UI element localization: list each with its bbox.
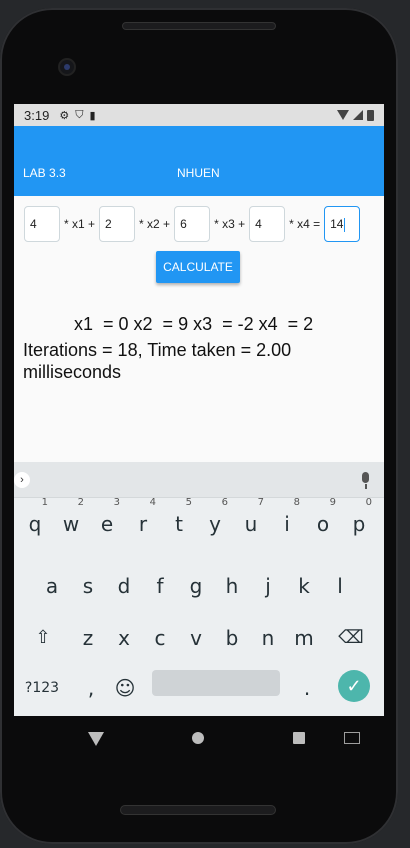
app-title-center: NHUEN (177, 166, 220, 180)
key-y[interactable]: y6 (200, 498, 230, 544)
key-d[interactable]: d (109, 566, 139, 606)
shift-icon[interactable]: ⇧ (28, 618, 58, 658)
key-c[interactable]: c (145, 618, 175, 658)
constant-field[interactable]: 14 (324, 206, 361, 242)
chevron-right-icon[interactable]: › (14, 472, 30, 488)
back-nav-icon[interactable] (88, 732, 104, 746)
key-o[interactable]: o9 (308, 498, 338, 544)
operator-label-2: * x2 + (139, 217, 171, 231)
key-q[interactable]: q1 (20, 498, 50, 544)
operator-label-3: * x3 + (214, 217, 246, 231)
top-speaker (122, 22, 276, 30)
calculate-button[interactable]: CALCULATE (156, 251, 240, 283)
key-period[interactable]: . (292, 668, 322, 708)
key-x[interactable]: x (109, 618, 139, 658)
key-l[interactable]: l (325, 566, 355, 606)
bottom-speaker (120, 805, 276, 815)
emoji-icon[interactable]: ☺ (110, 668, 140, 708)
key-m[interactable]: m (289, 618, 319, 658)
key-z[interactable]: z (73, 618, 103, 658)
mic-icon[interactable] (358, 472, 374, 490)
operator-label-4: * x4 = (289, 217, 321, 231)
coefficient-field-4[interactable]: 4 (249, 206, 286, 242)
coefficient-field-2[interactable]: 2 (99, 206, 136, 242)
key-b[interactable]: b (217, 618, 247, 658)
symbols-key[interactable]: ?123 (22, 668, 62, 708)
nav-bar (14, 716, 384, 760)
key-v[interactable]: v (181, 618, 211, 658)
solution-text: x1 = 0 x2 = 9 x3 = -2 x4 = 2 (74, 314, 314, 334)
gear-icon: ⚙ (59, 109, 70, 122)
key-w[interactable]: w2 (56, 498, 86, 544)
key-e[interactable]: e3 (92, 498, 122, 544)
sd-card-icon: ▮ (89, 109, 96, 122)
keyboard-switch-icon[interactable] (344, 732, 360, 744)
status-icons (337, 109, 374, 121)
key-h[interactable]: h (217, 566, 247, 606)
key-row-1: q1 w2 e3 r4 t5 y6 u7 i8 o9 p0 (14, 498, 384, 544)
key-n[interactable]: n (253, 618, 283, 658)
wifi-icon (337, 110, 349, 120)
key-comma[interactable]: , (76, 668, 106, 708)
key-row-3: ⇧ z x c v b n m ⌫ (14, 618, 384, 658)
key-k[interactable]: k (289, 566, 319, 606)
coefficient-field-3[interactable]: 6 (174, 206, 211, 242)
key-a[interactable]: a (37, 566, 67, 606)
key-j[interactable]: j (253, 566, 283, 606)
key-u[interactable]: u7 (236, 498, 266, 544)
coefficient-field-1[interactable]: 4 (24, 206, 60, 242)
key-r[interactable]: r4 (128, 498, 158, 544)
app-bar: LAB 3.3 NHUEN (14, 126, 384, 196)
backspace-icon[interactable]: ⌫ (336, 618, 366, 658)
cell-signal-icon (353, 110, 363, 120)
status-time: 3:19 (24, 107, 50, 123)
key-p[interactable]: p0 (344, 498, 374, 544)
key-row-2: a s d f g h j k l (14, 566, 384, 606)
app-title-left: LAB 3.3 (23, 166, 66, 180)
suggestion-strip: › (14, 462, 384, 498)
key-s[interactable]: s (73, 566, 103, 606)
soft-keyboard: › q1 w2 e3 r4 t5 y6 u7 i8 o9 p0 a s d f … (14, 462, 384, 716)
device-screen: 3:19 ⚙ ⛉ ▮ LAB 3.3 NHUEN 4 * x1 + 2 * x2… (14, 104, 384, 716)
home-nav-icon[interactable] (192, 732, 204, 744)
recents-nav-icon[interactable] (293, 732, 305, 744)
key-g[interactable]: g (181, 566, 211, 606)
operator-label-1: * x1 + (64, 217, 96, 231)
space-key[interactable] (152, 670, 280, 696)
key-t[interactable]: t5 (164, 498, 194, 544)
shield-icon: ⛉ (75, 108, 84, 121)
key-f[interactable]: f (145, 566, 175, 606)
status-bar: 3:19 ⚙ ⛉ ▮ (14, 104, 384, 126)
checkmark-icon[interactable]: ✓ (338, 670, 370, 702)
key-i[interactable]: i8 (272, 498, 302, 544)
battery-icon (367, 109, 374, 121)
stats-text: Iterations = 18, Time taken = 2.00 milli… (23, 340, 292, 382)
equation-row: 4 * x1 + 2 * x2 + 6 * x3 + 4 * x4 = 14 (24, 206, 374, 242)
camera-icon (58, 58, 76, 76)
